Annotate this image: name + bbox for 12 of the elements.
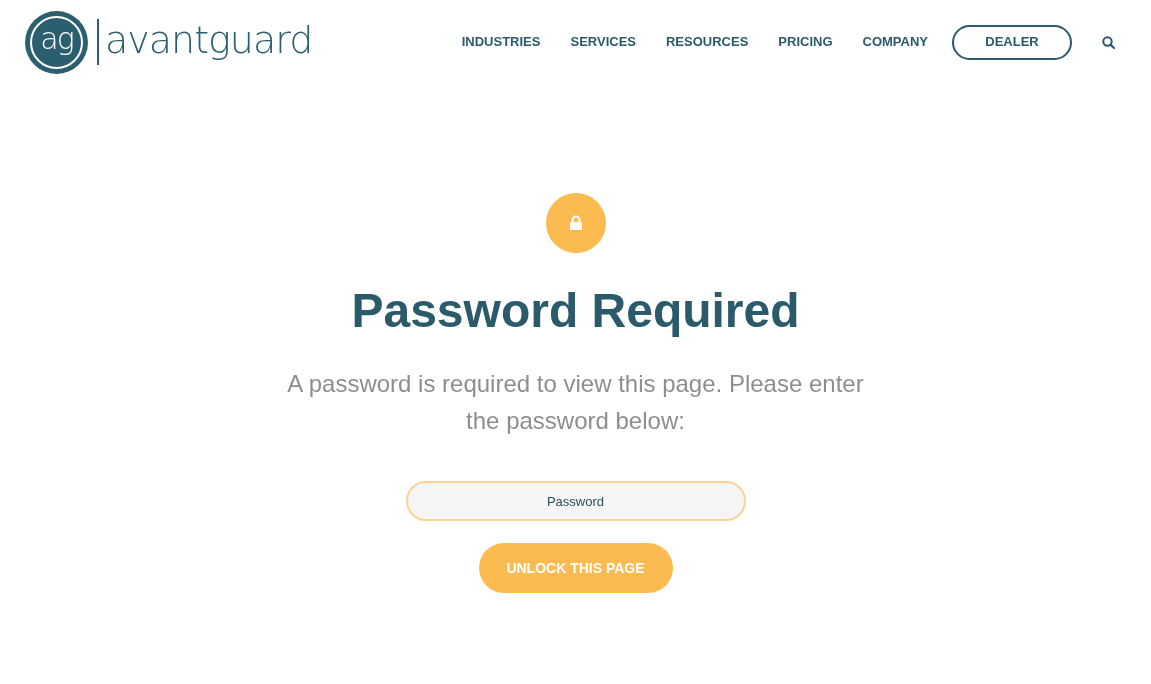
nav-link[interactable]: INDUSTRIES: [461, 32, 541, 52]
nav-link[interactable]: COMPANY: [862, 32, 928, 52]
logo-monogram[interactable]: ag: [25, 10, 88, 74]
logo-wordmark[interactable]: avantguard: [105, 21, 313, 63]
nav-link[interactable]: PRICING: [778, 32, 833, 52]
password-field[interactable]: Password: [405, 481, 746, 521]
nav-link[interactable]: SERVICES: [570, 32, 636, 52]
nav-link[interactable]: RESOURCES: [666, 32, 749, 52]
page-title: Password Required: [351, 283, 800, 339]
message-text: A password is required to view this page. Please enter the password below:: [286, 369, 865, 436]
search-icon[interactable]: [1102, 35, 1115, 49]
dealer-button[interactable]: DEALER: [952, 24, 1072, 60]
